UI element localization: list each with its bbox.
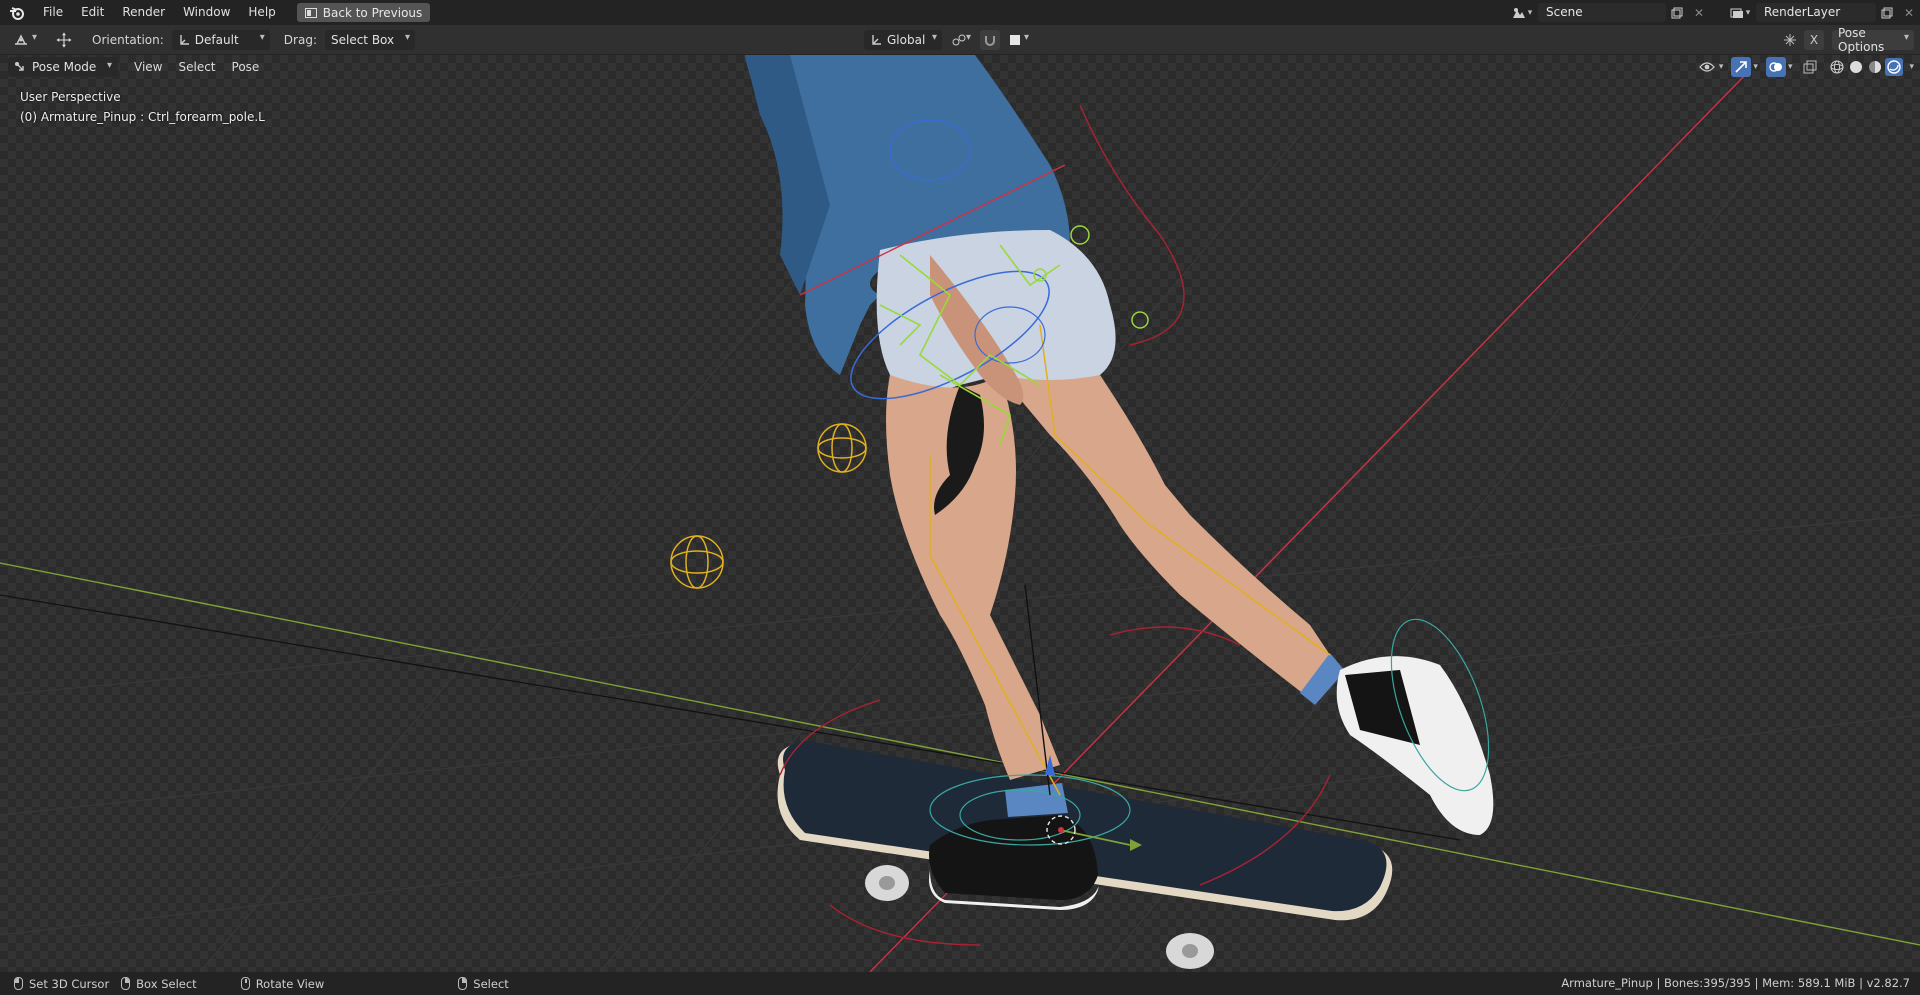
menu-file[interactable]: File xyxy=(34,0,72,25)
chevron-down-icon[interactable]: ▾ xyxy=(1788,62,1793,72)
orientation-axes-icon xyxy=(180,34,189,45)
tool-settings-header: ▾ Orientation: Default ▾ Drag: Select Bo… xyxy=(0,25,1920,55)
gizmo-toggle-icon[interactable] xyxy=(1731,57,1752,77)
chevron-down-icon: ▾ xyxy=(404,31,410,43)
transform-orientation-value: Global xyxy=(887,33,926,47)
viewport-menu-select[interactable]: Select xyxy=(170,57,223,77)
hint-select: Select xyxy=(458,976,509,991)
drag-label: Drag: xyxy=(283,32,317,47)
chevron-down-icon: ▾ xyxy=(1903,32,1909,43)
drag-dropdown[interactable]: Select Box ▾ xyxy=(324,29,415,50)
new-scene-icon[interactable] xyxy=(1666,3,1688,22)
hint-label: Select xyxy=(473,976,509,991)
pose-options-label: Pose Options xyxy=(1838,26,1885,54)
active-object-label: (0) Armature_Pinup : Ctrl_forearm_pole.L xyxy=(20,110,265,124)
interaction-mode-dropdown[interactable]: Pose Mode ▾ xyxy=(8,57,118,77)
pole-controller-lower xyxy=(670,535,724,589)
viewport-display-controls: ▾ ▾ ▾ ▾ xyxy=(1697,57,1914,77)
mouse-drag-icon xyxy=(121,977,131,990)
render-layer-icon xyxy=(1730,8,1743,18)
mirror-axes-icon[interactable] xyxy=(1780,30,1800,50)
chevron-down-icon[interactable]: ▾ xyxy=(1753,62,1758,72)
perspective-label: User Perspective xyxy=(20,90,121,104)
orientation-value: Default xyxy=(194,32,239,47)
pole-controller-upper xyxy=(817,423,867,473)
3d-viewport[interactable]: Pose Mode ▾ View Select Pose ▾ ▾ ▾ ▾ Use… xyxy=(0,55,1920,972)
status-bar: Set 3D Cursor Box Select Rotate View Sel… xyxy=(0,972,1920,995)
transform-orientation-dropdown[interactable]: Global ▾ xyxy=(864,30,942,50)
overlays-toggle-icon[interactable] xyxy=(1765,57,1786,77)
chevron-down-icon: ▾ xyxy=(1527,7,1533,18)
viewport-info-overlay: User Perspective (0) Armature_Pinup : Ct… xyxy=(20,87,265,127)
material-preview-icon[interactable] xyxy=(1866,58,1884,76)
pose-options-dropdown[interactable]: Pose Options ▾ xyxy=(1832,26,1914,54)
delete-view-layer-icon[interactable]: ✕ xyxy=(1898,3,1920,22)
visibility-eye-icon[interactable] xyxy=(1697,57,1717,77)
3d-viewport-icon xyxy=(15,33,27,45)
xray-toggle-icon[interactable] xyxy=(1800,57,1820,77)
status-info: Armature_Pinup | Bones:395/395 | Mem: 58… xyxy=(1561,976,1910,990)
delete-scene-icon[interactable]: ✕ xyxy=(1688,3,1710,22)
drag-value: Select Box xyxy=(330,32,395,47)
orientation-dropdown[interactable]: Default ▾ xyxy=(171,29,270,50)
chevron-down-icon: ▾ xyxy=(931,32,937,43)
viewport-menu-pose[interactable]: Pose xyxy=(224,57,268,77)
pivot-link-icon xyxy=(952,34,966,46)
hint-set-3d-cursor: Set 3D Cursor xyxy=(14,977,109,991)
scene-selector-area: ▾ Scene ✕ ▾ RenderLayer ✕ xyxy=(1506,0,1920,25)
menu-edit[interactable]: Edit xyxy=(72,0,113,25)
blender-logo-icon[interactable] xyxy=(0,0,34,25)
editor-type-dropdown[interactable]: ▾ xyxy=(8,30,42,50)
scene-icon xyxy=(1512,7,1525,18)
chevron-down-icon: ▾ xyxy=(1745,7,1751,18)
scene-browse-button[interactable]: ▾ xyxy=(1506,3,1538,22)
x-mirror-toggle[interactable]: X xyxy=(1804,30,1824,50)
proportional-falloff-icon xyxy=(1010,35,1020,45)
scene-name-field[interactable]: Scene xyxy=(1538,3,1666,22)
global-axes-icon xyxy=(872,35,881,45)
menu-window[interactable]: Window xyxy=(174,0,239,25)
menu-render[interactable]: Render xyxy=(113,0,174,25)
new-view-layer-icon[interactable] xyxy=(1876,3,1898,22)
chevron-down-icon: ▾ xyxy=(1023,32,1029,43)
chevron-down-icon: ▾ xyxy=(106,60,112,71)
chevron-down-icon[interactable]: ▾ xyxy=(1719,62,1724,72)
menu-help[interactable]: Help xyxy=(239,0,284,25)
mouse-left-icon xyxy=(14,977,23,990)
top-menu-bar: File Edit Render Window Help Back to Pre… xyxy=(0,0,1920,25)
chevron-down-icon[interactable]: ▾ xyxy=(1909,62,1914,72)
hint-label: Set 3D Cursor xyxy=(29,976,110,991)
view-layer-browse-button[interactable]: ▾ xyxy=(1724,3,1756,22)
move-tool-icon xyxy=(56,32,72,47)
back-to-previous-label: Back to Previous xyxy=(322,5,423,20)
orientation-label: Orientation: xyxy=(92,32,164,47)
chevron-down-icon: ▾ xyxy=(965,32,971,43)
interaction-mode-value: Pose Mode xyxy=(32,60,97,74)
back-to-previous-button[interactable]: Back to Previous xyxy=(296,3,431,22)
wireframe-shading-icon[interactable] xyxy=(1828,58,1846,76)
chevron-down-icon: ▾ xyxy=(31,31,37,43)
mouse-right-icon xyxy=(458,977,468,990)
render-layer-field[interactable]: RenderLayer xyxy=(1756,3,1876,22)
active-tool-icon-button[interactable] xyxy=(50,30,78,50)
chevron-down-icon: ▾ xyxy=(259,31,265,43)
pivot-point-dropdown[interactable]: ▾ xyxy=(946,30,976,50)
hint-label: Rotate View xyxy=(255,976,325,991)
hint-box-select: Box Select xyxy=(121,977,197,991)
pose-options-area: X Pose Options ▾ xyxy=(1780,26,1914,54)
screen-icon xyxy=(304,7,317,18)
rendered-shading-icon[interactable] xyxy=(1885,58,1904,76)
proportional-editing-dropdown[interactable]: ▾ xyxy=(1004,30,1034,50)
viewport-header: Pose Mode ▾ View Select Pose ▾ ▾ ▾ ▾ xyxy=(0,55,1920,79)
solid-shading-icon[interactable] xyxy=(1847,58,1865,76)
mouse-middle-icon xyxy=(240,977,250,990)
viewport-menu-view[interactable]: View xyxy=(126,57,170,77)
hint-label: Box Select xyxy=(136,976,197,991)
viewport-scene[interactable] xyxy=(0,55,1920,972)
shading-mode-group xyxy=(1828,58,1904,76)
snap-icon[interactable] xyxy=(980,30,1000,50)
hint-rotate-view: Rotate View xyxy=(240,976,325,991)
pose-mode-icon xyxy=(15,62,24,71)
transform-settings: Global ▾ ▾ ▾ xyxy=(864,30,1034,50)
